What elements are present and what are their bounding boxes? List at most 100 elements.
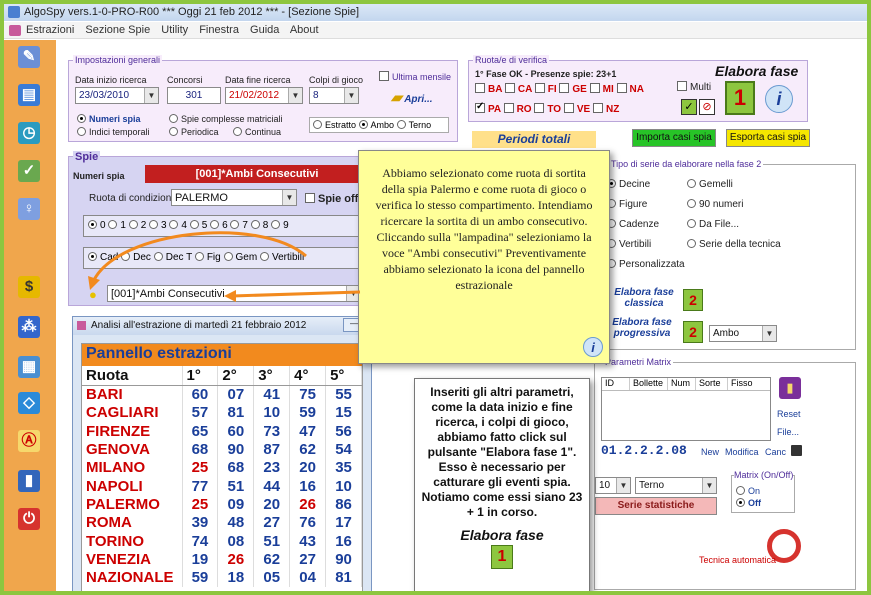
serie-decine[interactable]: Decine [607,179,650,190]
ultima-mensile-checkbox[interactable] [379,71,389,81]
apri-button[interactable]: ▰ Apri... [391,89,433,106]
dollar-icon[interactable]: $ [18,276,40,298]
concorsi-field[interactable]: 301 [167,87,221,104]
chevron-down-icon[interactable]: ▼ [144,88,158,103]
serie-figure[interactable]: Figure [607,199,647,210]
esporta-casi-spia-button[interactable]: Esporta casi spia [726,129,810,147]
progressiva-select[interactable]: Ambo ▼ [709,325,777,342]
menu-finestra[interactable]: Finestra [199,24,239,36]
elabora-progressiva-button[interactable]: 2 [683,321,703,343]
book-icon[interactable]: ▮ [779,377,801,399]
chevron-down-icon[interactable]: ▼ [344,88,358,103]
menu-utility[interactable]: Utility [161,24,188,36]
digit-5[interactable]: 5 [189,220,207,231]
wheel-ba[interactable]: BA [475,83,502,95]
elabora-classica-button[interactable]: 2 [683,289,703,311]
menu-app-icon[interactable] [9,25,21,36]
radio-estratto[interactable]: Estratto [313,120,356,130]
radio-periodica[interactable]: Periodica [169,127,219,137]
new-button[interactable]: New [701,447,719,457]
chart-icon[interactable]: ✓ [18,160,40,182]
menu-sezione-spie[interactable]: Sezione Spie [85,24,150,36]
mode-dec-t[interactable]: Dec T [153,252,192,263]
menu-estrazioni[interactable]: Estrazioni [26,24,74,36]
spie-off-checkbox[interactable]: Spie off [305,193,358,205]
radio-terno[interactable]: Terno [396,120,431,130]
compass2-icon[interactable]: Ⓐ [18,430,40,452]
radio-indici[interactable]: Indici temporali [77,127,150,137]
serie-tecnica[interactable]: Serie della tecnica [687,239,781,250]
mode-gem[interactable]: Gem [223,252,257,263]
clock-icon[interactable]: ◷ [18,122,40,144]
serie-da-file[interactable]: Da File... [687,219,739,230]
matrix-off[interactable]: Off [736,498,761,508]
reset-button[interactable]: Reset [777,409,801,419]
lightbulb-icon[interactable]: ● [89,287,97,302]
digit-6[interactable]: 6 [210,220,228,231]
pencil-icon[interactable]: ✎ [18,46,40,68]
digit-7[interactable]: 7 [230,220,248,231]
mode-vertibili[interactable]: Vertibili [259,252,304,263]
book-icon[interactable]: ▮ [18,470,40,492]
serie-90-numeri[interactable]: 90 numeri [687,199,743,210]
compass-icon[interactable]: ◇ [18,392,40,414]
chevron-down-icon[interactable]: ▼ [288,88,302,103]
mode-dec[interactable]: Dec [121,252,151,263]
serie-personalizzata[interactable]: Personalizzata [607,259,685,270]
canc-button[interactable]: Canc [765,447,786,457]
data-inizio-field[interactable]: 23/03/2010 ▼ [75,87,159,104]
check-all-icon[interactable]: ✓ [681,99,697,115]
chevron-down-icon[interactable]: ▼ [282,190,296,205]
menu-about[interactable]: About [290,24,319,36]
info-icon[interactable]: i [765,85,793,113]
menu-guida[interactable]: Guida [250,24,279,36]
digit-9[interactable]: 9 [271,220,289,231]
spy-select[interactable]: [001]*Ambi Consecutivi ▼ [107,285,361,302]
file-button[interactable]: File... [777,427,799,437]
data-fine-field[interactable]: 21/02/2012 ▼ [225,87,303,104]
wheel-ge[interactable]: GE [559,83,587,95]
radio-spie-complesse[interactable]: Spie complesse matriciali [169,114,283,124]
radio-numeri-spia[interactable]: Numeri spia [77,114,141,124]
digit-8[interactable]: 8 [250,220,268,231]
multi-checkbox[interactable]: Multi [677,81,711,93]
pyramid-icon[interactable]: ⁂ [18,316,40,338]
sheets-icon[interactable]: ▤ [18,84,40,106]
digit-0[interactable]: 0 [88,220,106,231]
wheel-ve[interactable]: VE [563,103,590,115]
mode-fig[interactable]: Fig [194,252,221,263]
mode-cad[interactable]: Cad [88,252,118,263]
matrix-on[interactable]: On [736,486,760,496]
chevron-down-icon[interactable]: ▼ [616,478,630,493]
digit-3[interactable]: 3 [149,220,167,231]
digit-2[interactable]: 2 [128,220,146,231]
wheel-fi[interactable]: FI [534,83,557,95]
grid-icon[interactable]: ▦ [18,356,40,378]
wheel-ro[interactable]: RO [503,103,532,115]
matrix-table[interactable]: ID Bollette Num Sorte Fisso [601,377,771,441]
serie-cadenze[interactable]: Cadenze [607,219,659,230]
chevron-down-icon[interactable]: ▼ [762,326,776,341]
wheel-ca[interactable]: CA [504,83,532,95]
wheel-to[interactable]: TO [534,103,561,115]
serie-statistiche-button[interactable]: Serie statistiche [595,497,717,515]
wheel-mi[interactable]: MI [589,83,614,95]
ruota-condizione-select[interactable]: PALERMO ▼ [171,189,297,206]
lightbulb-icon[interactable]: ♀ [18,198,40,220]
tecnica-automatica-label[interactable]: Tecnica automatica [699,555,776,565]
serie-vertibili[interactable]: Vertibili [607,239,651,250]
serie-gemelli[interactable]: Gemelli [687,179,733,190]
elabora-fase-1-button[interactable]: 1 [725,81,755,115]
matrix-sorte-select[interactable]: Terno ▼ [635,477,717,494]
wheel-pa[interactable]: PA [475,101,501,115]
colpi-field[interactable]: 8 ▼ [309,87,359,104]
importa-casi-spia-button[interactable]: Importa casi spia [632,129,716,147]
power-icon[interactable]: ⏻ [18,508,40,530]
info-icon[interactable]: i [583,337,603,357]
chevron-down-icon[interactable]: ▼ [702,478,716,493]
radio-continua[interactable]: Continua [233,127,281,137]
clear-all-icon[interactable]: ⊘ [699,99,715,115]
save-icon[interactable] [791,445,802,456]
wheel-nz[interactable]: NZ [592,103,619,115]
modifica-button[interactable]: Modifica [725,447,759,457]
